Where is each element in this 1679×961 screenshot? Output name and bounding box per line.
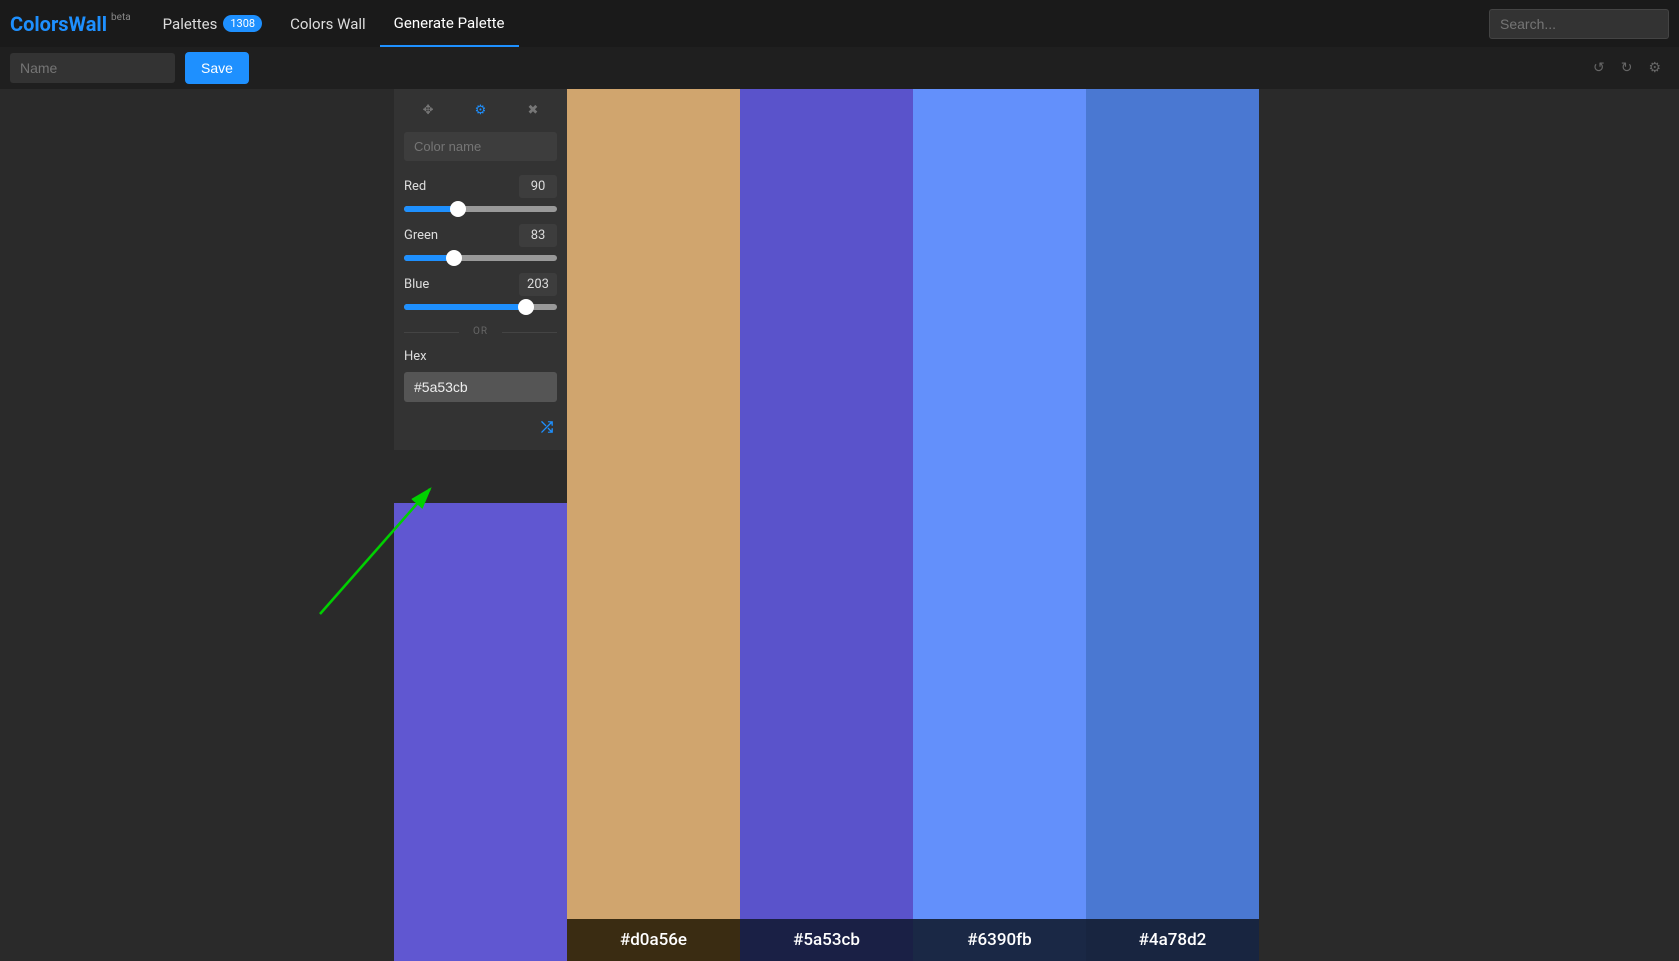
blue-slider[interactable]	[404, 304, 557, 310]
green-value[interactable]: 83	[519, 224, 557, 247]
green-slider-row: Green 83	[394, 224, 567, 273]
color-edit-panel: ✥ ⚙ ✖ Red 90 Green 83	[394, 89, 567, 450]
gear-icon[interactable]: ⚙	[1648, 60, 1661, 76]
color-swatch-3[interactable]	[913, 89, 1086, 919]
nav-generate-palette[interactable]: Generate Palette	[380, 0, 519, 47]
color-name-input[interactable]	[404, 132, 557, 161]
shuffle-icon[interactable]: ⤮	[541, 418, 553, 436]
palette-name-input[interactable]	[10, 53, 175, 83]
color-swatch-0[interactable]	[394, 503, 567, 961]
main-area: ✥ ⚙ ✖ Red 90 Green 83	[0, 89, 1679, 961]
or-divider: OR	[404, 326, 557, 337]
search-input[interactable]	[1489, 9, 1669, 39]
color-swatch-2[interactable]	[740, 89, 913, 919]
color-column-2: #5a53cb	[740, 89, 913, 961]
move-icon[interactable]: ✥	[423, 103, 434, 118]
color-column-3: #6390fb	[913, 89, 1086, 961]
hex-label: Hex	[394, 345, 567, 368]
green-slider[interactable]	[404, 255, 557, 261]
close-icon[interactable]: ✖	[527, 103, 538, 118]
color-hex-label-3: #6390fb	[913, 919, 1086, 961]
green-label: Green	[404, 228, 438, 243]
red-slider-row: Red 90	[394, 175, 567, 224]
navbar: ColorsWall beta Palettes 1308 Colors Wal…	[0, 0, 1679, 47]
gear-icon[interactable]: ⚙	[475, 103, 487, 118]
palettes-count-badge: 1308	[223, 15, 262, 32]
color-column-1: #d0a56e	[567, 89, 740, 961]
beta-tag: beta	[111, 12, 131, 23]
brand-logo[interactable]: ColorsWall	[10, 12, 107, 36]
red-value[interactable]: 90	[519, 175, 557, 198]
save-button[interactable]: Save	[185, 52, 249, 84]
nav-colors-wall[interactable]: Colors Wall	[276, 0, 380, 47]
red-label: Red	[404, 179, 426, 194]
redo-icon[interactable]: ↻	[1621, 60, 1633, 76]
hex-input[interactable]	[404, 372, 557, 402]
color-column-4: #4a78d2	[1086, 89, 1259, 961]
color-hex-label-1: #d0a56e	[567, 919, 740, 961]
color-hex-label-2: #5a53cb	[740, 919, 913, 961]
blue-value[interactable]: 203	[519, 273, 557, 296]
blue-label: Blue	[404, 277, 429, 292]
undo-icon[interactable]: ↺	[1593, 60, 1605, 76]
nav-palettes[interactable]: Palettes 1308	[149, 0, 276, 47]
blue-slider-row: Blue 203	[394, 273, 567, 322]
color-swatch-1[interactable]	[567, 89, 740, 919]
toolbar: Save ↺ ↻ ⚙	[0, 47, 1679, 89]
color-hex-label-4: #4a78d2	[1086, 919, 1259, 961]
red-slider[interactable]	[404, 206, 557, 212]
color-swatch-4[interactable]	[1086, 89, 1259, 919]
nav-palettes-label: Palettes	[163, 15, 218, 33]
